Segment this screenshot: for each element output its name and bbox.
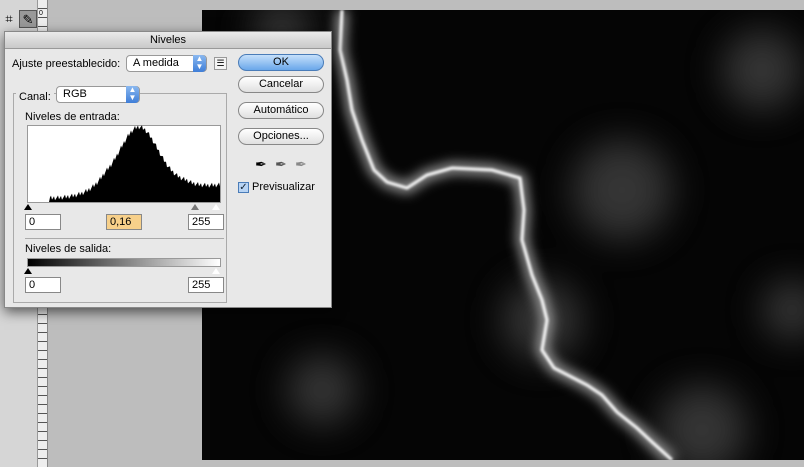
channel-group: Canal: RGB ▲ ▼ Niveles de entrada: 0 0,16 …	[13, 86, 227, 303]
channel-label: Canal:	[16, 91, 54, 103]
preview-label: Previsualizar	[252, 181, 315, 193]
options-button[interactable]: Opciones...	[238, 128, 324, 145]
cancel-button[interactable]: Cancelar	[238, 76, 324, 93]
white-eyedropper-icon[interactable]: ✒	[295, 156, 307, 173]
divider	[25, 238, 224, 239]
output-levels-label: Niveles de salida:	[25, 243, 112, 255]
eyedropper-tool-icon[interactable]: ✎	[19, 10, 37, 28]
output-white-field[interactable]: 255	[188, 277, 224, 293]
ok-button[interactable]: OK	[238, 54, 324, 71]
crop-tool-icon[interactable]: ⌗	[0, 10, 18, 28]
preset-label: Ajuste preestablecido:	[12, 58, 121, 70]
output-black-field[interactable]: 0	[25, 277, 61, 293]
levels-dialog: Niveles Ajuste preestablecido: A medida ▲…	[4, 31, 332, 308]
histogram	[27, 125, 221, 203]
black-eyedropper-icon[interactable]: ✒	[255, 156, 267, 173]
input-white-slider[interactable]	[212, 204, 220, 210]
dialog-title: Niveles	[5, 32, 331, 49]
input-black-slider[interactable]	[24, 204, 32, 210]
preset-menu-icon[interactable]: ☰	[214, 57, 227, 70]
output-gradient	[27, 258, 221, 267]
select-arrows-icon: ▲ ▼	[126, 86, 139, 103]
input-levels-label: Niveles de entrada:	[25, 111, 120, 123]
ruler-label: 0	[39, 10, 43, 17]
gray-eyedropper-icon[interactable]: ✒	[275, 156, 287, 173]
input-white-field[interactable]: 255	[188, 214, 224, 230]
channel-value: RGB	[63, 88, 87, 100]
auto-button[interactable]: Automático	[238, 102, 324, 119]
input-black-field[interactable]: 0	[25, 214, 61, 230]
preset-value: A medida	[133, 57, 179, 69]
input-gamma-slider[interactable]	[191, 204, 199, 210]
output-white-slider[interactable]	[212, 268, 220, 274]
channel-select[interactable]: RGB ▲ ▼	[56, 86, 140, 103]
input-gamma-field[interactable]: 0,16	[106, 214, 142, 230]
preset-select[interactable]: A medida ▲ ▼	[126, 55, 207, 72]
preview-checkbox[interactable]: ✓	[238, 182, 249, 193]
select-arrows-icon: ▲ ▼	[193, 55, 206, 72]
output-black-slider[interactable]	[24, 268, 32, 274]
